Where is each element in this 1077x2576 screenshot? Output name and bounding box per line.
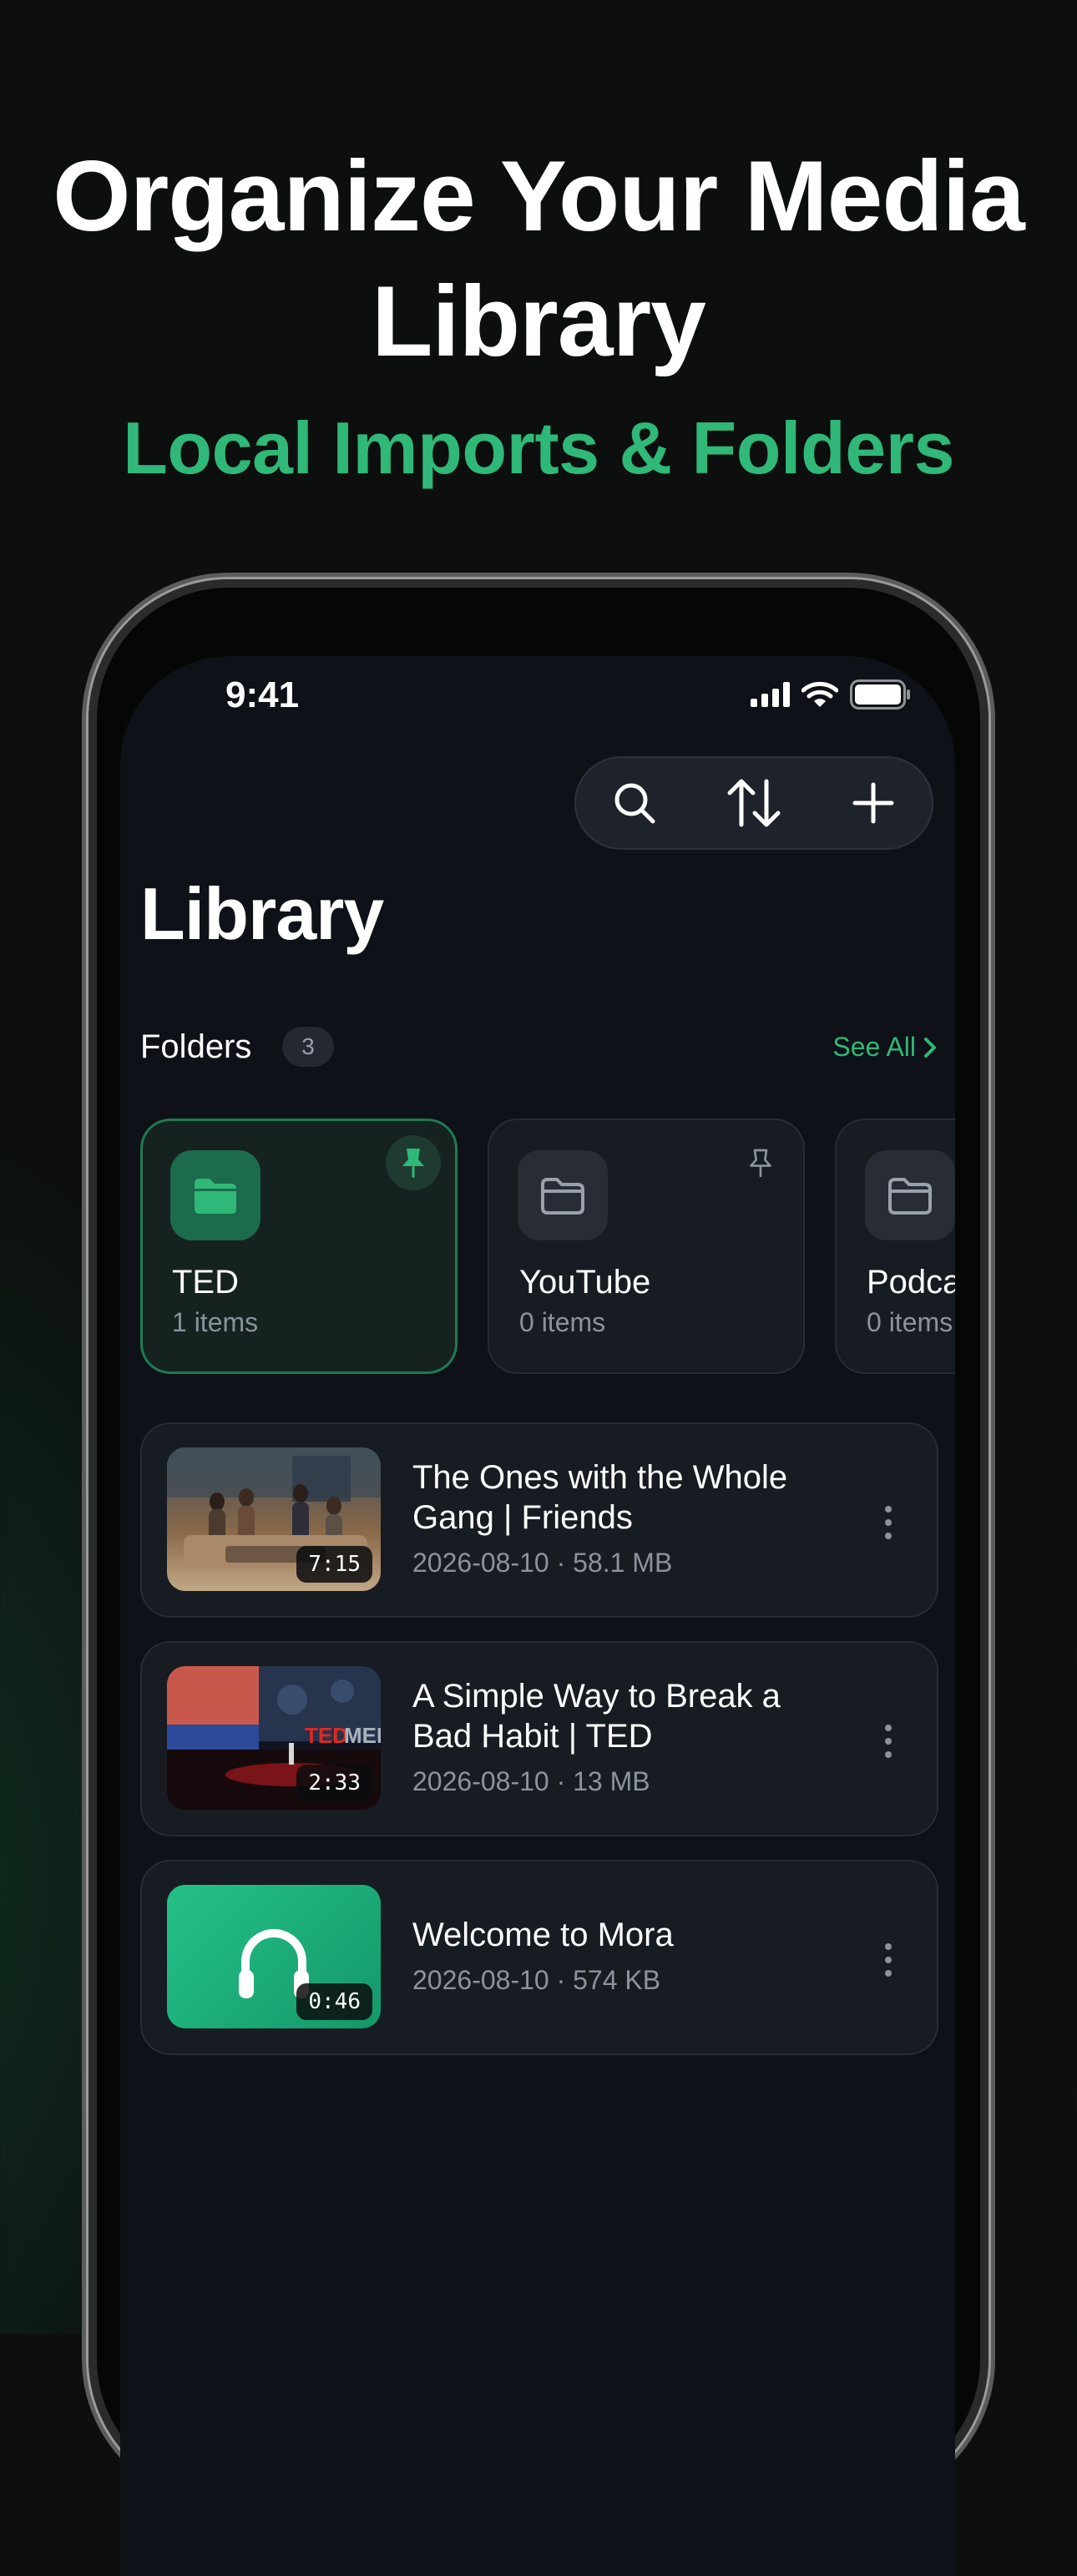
media-title: The Ones with the Whole Gang | Friends <box>412 1459 788 1536</box>
media-meta: 2026-08-10 · 58.1 MB <box>412 1548 673 1578</box>
more-options-button[interactable] <box>872 1935 905 1985</box>
hero: Organize Your Media Library Local Import… <box>0 134 1077 494</box>
folder-name: TED <box>172 1264 239 1301</box>
more-options-button[interactable] <box>872 1498 905 1548</box>
duration-badge: 2:33 <box>296 1765 372 1801</box>
video-thumbnail: TED MED 2:33 <box>167 1666 381 1810</box>
video-thumbnail: 7:15 <box>167 1447 381 1591</box>
pin-button[interactable] <box>386 1135 441 1190</box>
pin-icon <box>402 1149 424 1178</box>
media-meta: 2026-08-10 · 574 KB <box>412 1965 661 1995</box>
media-item[interactable]: 7:15 The Ones with the Whole Gang | Frie… <box>140 1422 938 1618</box>
folder-icon <box>170 1150 260 1240</box>
media-title: A Simple Way to Break a Bad Habit | TED <box>412 1678 781 1755</box>
more-icon <box>885 1943 892 1950</box>
chevron-right-icon <box>924 1037 936 1058</box>
folder-carousel[interactable]: TED 1 items YouTube 0 items Podca 0 item… <box>140 1119 955 1377</box>
media-meta: 2026-08-10 · 13 MB <box>412 1766 650 1796</box>
page-title: Library <box>140 872 384 955</box>
media-item[interactable]: TED MED 2:33 A Simple Way to Break a Bad… <box>140 1641 938 1836</box>
media-title: Welcome to Mora <box>412 1917 674 1953</box>
svg-text:MED: MED <box>344 1723 381 1748</box>
status-time: 9:41 <box>225 674 300 715</box>
more-icon <box>885 1506 892 1513</box>
more-options-button[interactable] <box>872 1716 905 1766</box>
folder-name: YouTube <box>519 1264 651 1301</box>
hero-title: Organize Your Media Library <box>53 140 1024 377</box>
search-button[interactable] <box>593 761 676 845</box>
duration-badge: 0:46 <box>296 1983 372 2020</box>
see-all-label: See All <box>832 1032 916 1062</box>
folder-icon <box>865 1150 955 1240</box>
svg-text:TED: TED <box>305 1723 348 1748</box>
media-item[interactable]: 0:46 Welcome to Mora 2026-08-10 · 574 KB <box>140 1860 938 2055</box>
duration-badge: 7:15 <box>296 1546 372 1583</box>
sort-button[interactable] <box>712 761 796 845</box>
sort-icon <box>727 779 781 827</box>
folder-item-count: 0 items <box>867 1307 953 1337</box>
status-bar: 9:41 <box>120 656 955 740</box>
app-screen: 9:41 Library Folders 3 See All TED 1 ite… <box>120 656 955 2576</box>
folder-card-podcasts[interactable]: Podcasts 0 items <box>835 1119 955 1374</box>
folders-header: Folders 3 See All <box>140 1023 938 1073</box>
cellular-signal-icon <box>751 682 790 707</box>
search-icon <box>614 783 655 824</box>
plus-icon <box>852 782 894 824</box>
add-button[interactable] <box>832 761 915 845</box>
wifi-icon <box>801 681 838 707</box>
toolbar <box>574 756 933 850</box>
phone-frame: 9:41 Library Folders 3 See All TED 1 ite… <box>88 579 989 2576</box>
battery-icon <box>850 679 910 710</box>
see-all-link[interactable]: See All <box>832 1032 938 1063</box>
folder-name: Podcasts <box>867 1264 955 1301</box>
folders-label: Folders <box>140 1028 252 1065</box>
more-icon <box>885 1725 892 1731</box>
folders-count-badge: 3 <box>282 1027 334 1067</box>
folder-item-count: 1 items <box>172 1307 259 1337</box>
hero-subtitle: Local Imports & Folders <box>123 407 954 489</box>
pin-icon <box>750 1149 771 1178</box>
audio-thumbnail: 0:46 <box>167 1885 381 2028</box>
status-icons <box>751 679 912 710</box>
pin-button[interactable] <box>733 1135 788 1190</box>
folder-icon <box>518 1150 608 1240</box>
folder-card-youtube[interactable]: YouTube 0 items <box>488 1119 805 1374</box>
folder-item-count: 0 items <box>519 1307 606 1337</box>
folder-card-ted[interactable]: TED 1 items <box>140 1119 458 1374</box>
